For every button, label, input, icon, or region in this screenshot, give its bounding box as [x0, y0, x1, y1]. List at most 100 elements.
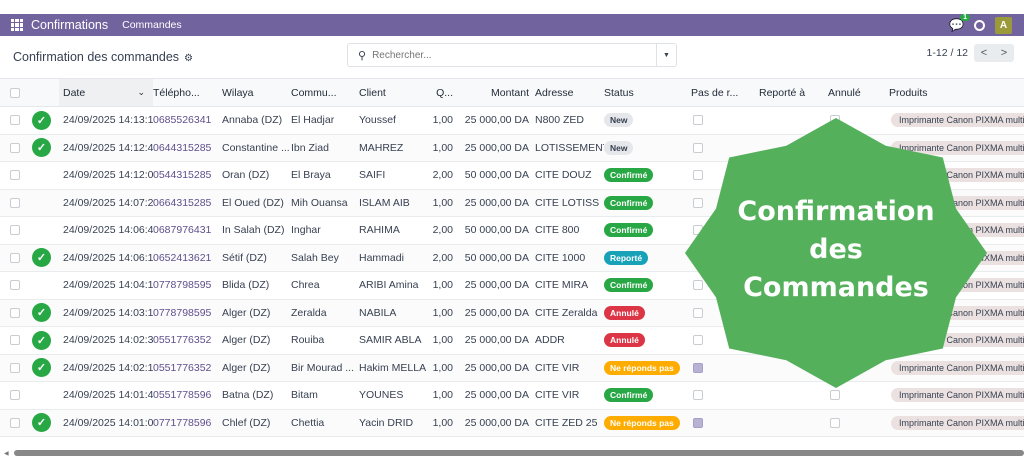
no-answer-checkbox[interactable]: [693, 280, 703, 291]
table-row[interactable]: 24/09/2025 14:01:40 0551778596 Batna (DZ…: [0, 381, 1024, 410]
cancelled-checkbox[interactable]: [830, 390, 840, 401]
search-input[interactable]: [372, 49, 656, 61]
cancelled-checkbox[interactable]: [830, 417, 840, 428]
phone-link[interactable]: 0685526341: [153, 106, 222, 135]
apps-grid-icon[interactable]: [11, 19, 23, 31]
column-header[interactable]: Wilaya: [222, 78, 291, 107]
column-header[interactable]: Pas de r...: [691, 78, 759, 107]
client-cell: RAHIMA: [359, 216, 429, 245]
avatar[interactable]: A: [995, 16, 1012, 34]
product-tag: Imprimante Canon PIXMA multi: [891, 360, 1024, 375]
phone-link[interactable]: 0771778596: [153, 409, 222, 437]
row-checkbox[interactable]: [10, 170, 20, 181]
column-header[interactable]: Télépho...: [153, 78, 222, 107]
column-header[interactable]: Adresse: [535, 78, 604, 107]
pager-prev-button[interactable]: <: [974, 44, 994, 62]
app-title[interactable]: Confirmations: [31, 18, 108, 32]
phone-link[interactable]: 0652413621: [153, 244, 222, 272]
phone-link[interactable]: 0778798595: [153, 299, 222, 327]
sort-chevron-icon: ⌄: [137, 86, 145, 97]
row-checkbox[interactable]: [10, 417, 20, 428]
table-row[interactable]: ✓ 24/09/2025 14:13:19 0685526341 Annaba …: [0, 106, 1024, 135]
phone-link[interactable]: 0644315285: [153, 134, 222, 162]
product-tag: Imprimante Canon PIXMA multi: [891, 140, 1024, 155]
column-header[interactable]: Commu...: [291, 78, 359, 107]
cancelled-checkbox[interactable]: [830, 170, 840, 181]
row-checkbox[interactable]: [10, 280, 20, 291]
no-answer-checkbox[interactable]: [693, 197, 703, 208]
column-header[interactable]: Date ⌄: [59, 78, 153, 107]
confirmed-check-icon: ✓: [32, 330, 51, 350]
phone-link[interactable]: 0551778596: [153, 381, 222, 410]
cancelled-checkbox[interactable]: [830, 362, 840, 373]
row-checkbox[interactable]: [10, 115, 20, 126]
row-checkbox[interactable]: [10, 252, 20, 263]
phone-link[interactable]: 0551776352: [153, 326, 222, 355]
no-answer-checkbox[interactable]: [693, 417, 703, 428]
no-answer-checkbox[interactable]: [693, 335, 703, 346]
cancelled-checkbox[interactable]: [830, 307, 840, 318]
phone-link[interactable]: 0544315285: [153, 161, 222, 190]
cancelled-checkbox[interactable]: [830, 115, 840, 126]
column-header[interactable]: Produits: [889, 78, 1024, 107]
column-header[interactable]: Status: [604, 78, 691, 107]
horizontal-scrollbar[interactable]: ◀: [4, 450, 1024, 457]
column-header[interactable]: Q...: [429, 78, 459, 107]
row-checkbox[interactable]: [10, 307, 20, 318]
client-cell: NABILA: [359, 299, 429, 327]
confirmed-check-icon: ✓: [32, 110, 51, 130]
date-cell: 24/09/2025 14:03:15: [59, 299, 153, 327]
table-row[interactable]: ✓ 24/09/2025 14:12:41 0644315285 Constan…: [0, 134, 1024, 162]
qty-cell: 1,00: [429, 354, 459, 382]
row-checkbox[interactable]: [10, 362, 20, 373]
row-checkbox[interactable]: [10, 225, 20, 236]
date-cell: 24/09/2025 14:04:10: [59, 271, 153, 300]
table-row[interactable]: ✓ 24/09/2025 14:01:06 0771778596 Chlef (…: [0, 409, 1024, 437]
no-answer-checkbox[interactable]: [693, 307, 703, 318]
activity-clock-icon[interactable]: [974, 19, 985, 31]
amount-cell: 25 000,00 DA: [459, 299, 535, 327]
no-answer-checkbox[interactable]: [693, 142, 703, 153]
row-checkbox[interactable]: [10, 390, 20, 401]
status-badge: Confirmé: [604, 195, 654, 210]
cancelled-checkbox[interactable]: [830, 335, 840, 346]
no-answer-checkbox[interactable]: [693, 115, 703, 126]
amount-cell: 50 000,00 DA: [459, 244, 535, 272]
product-tag: Imprimante Canon PIXMA multi: [891, 113, 1024, 128]
wilaya-cell: Sétif (DZ): [222, 244, 291, 272]
chat-icon[interactable]: 💬 1: [949, 14, 970, 32]
row-checkbox[interactable]: [10, 335, 20, 346]
client-cell: ISLAM AIB: [359, 189, 429, 217]
no-answer-checkbox[interactable]: [693, 170, 703, 181]
status-badge: Annulé: [604, 333, 645, 348]
menu-commandes[interactable]: Commandes: [122, 19, 182, 31]
pager-value[interactable]: 1-12 / 12: [927, 47, 968, 59]
no-answer-checkbox[interactable]: [693, 390, 703, 401]
search-dropdown-toggle[interactable]: ▼: [656, 44, 676, 66]
table-row[interactable]: ✓ 24/09/2025 14:02:39 0551776352 Alger (…: [0, 326, 1024, 355]
status-badge: Confirmé: [604, 168, 654, 183]
phone-link[interactable]: 0687976431: [153, 216, 222, 245]
phone-link[interactable]: 0664315285: [153, 189, 222, 217]
table-row[interactable]: 24/09/2025 14:12:07 0544315285 Oran (DZ)…: [0, 161, 1024, 190]
select-all-checkbox[interactable]: [10, 87, 20, 98]
column-header[interactable]: Annulé: [828, 78, 889, 107]
no-answer-checkbox[interactable]: [693, 362, 703, 373]
table-row[interactable]: ✓ 24/09/2025 14:02:11 0551776352 Alger (…: [0, 354, 1024, 382]
phone-link[interactable]: 0551776352: [153, 354, 222, 382]
no-answer-checkbox[interactable]: [693, 252, 703, 263]
wilaya-cell: Batna (DZ): [222, 381, 291, 410]
amount-cell: 25 000,00 DA: [459, 381, 535, 410]
phone-link[interactable]: 0778798595: [153, 271, 222, 300]
row-checkbox[interactable]: [10, 142, 20, 153]
gear-icon[interactable]: ⚙: [184, 53, 193, 64]
date-cell: 24/09/2025 14:13:19: [59, 106, 153, 135]
column-header[interactable]: Client: [359, 78, 429, 107]
no-answer-checkbox[interactable]: [693, 225, 703, 236]
column-header[interactable]: Reporté à: [759, 78, 828, 107]
cancelled-checkbox[interactable]: [830, 142, 840, 153]
pager-next-button[interactable]: >: [994, 44, 1014, 62]
column-header[interactable]: Montant: [459, 78, 535, 107]
qty-cell: 1,00: [429, 326, 459, 355]
row-checkbox[interactable]: [10, 197, 20, 208]
